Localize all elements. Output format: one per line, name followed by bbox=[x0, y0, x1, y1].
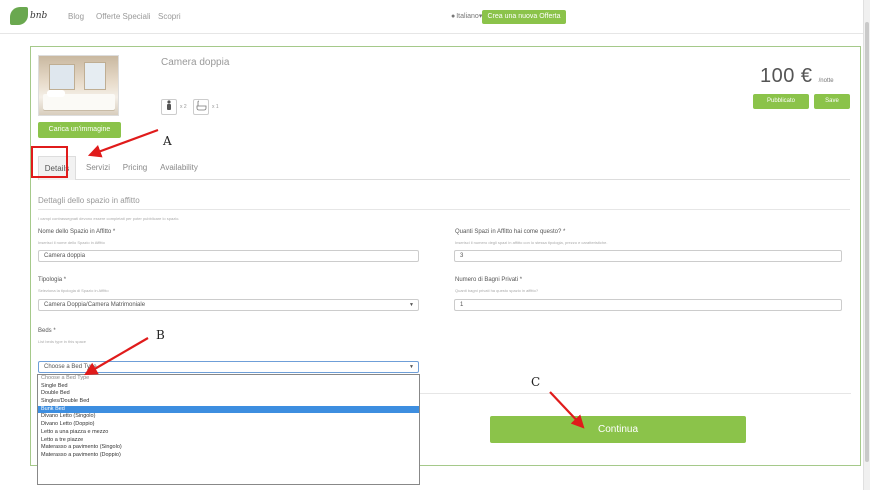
bed-option[interactable]: Singles/Double Bed bbox=[38, 398, 419, 406]
continue-button[interactable]: Continua bbox=[490, 416, 746, 443]
logo-text: bnb bbox=[30, 11, 48, 21]
section-divider bbox=[38, 209, 850, 210]
language-selector[interactable]: ●Italiano▾ bbox=[451, 12, 482, 20]
bathrooms-count: x 1 bbox=[212, 104, 219, 110]
person-icon bbox=[161, 99, 177, 115]
annotation-highlight-box bbox=[31, 146, 68, 178]
bed-option[interactable]: Materasso a pavimento (Doppio) bbox=[38, 452, 419, 460]
create-offer-button[interactable]: Crea una nuova Offerta bbox=[482, 10, 566, 24]
nav-link-offerte-speciali[interactable]: Offerte Speciali bbox=[96, 12, 151, 21]
nav-link-scopri[interactable]: Scopri bbox=[158, 12, 181, 21]
bed-option[interactable]: Letto a una piazza e mezzo bbox=[38, 429, 419, 437]
annotation-label-b: B bbox=[156, 328, 165, 342]
room-photo bbox=[38, 55, 119, 116]
room-count-help: Inserisci il numero degli spazi in affit… bbox=[455, 240, 608, 245]
beds-help: List beds type in this space bbox=[38, 339, 87, 344]
bed-type-select[interactable]: Choose a Bed Type ▼ bbox=[38, 361, 419, 373]
guests-count: x 2 bbox=[180, 104, 187, 110]
bathtub-icon bbox=[193, 99, 209, 115]
form-divider bbox=[420, 393, 851, 394]
price-unit: /notte bbox=[818, 78, 834, 84]
nav-link-blog[interactable]: Blog bbox=[68, 12, 84, 21]
published-button[interactable]: Pubblicato bbox=[753, 94, 809, 109]
bed-option[interactable]: Letto a tre piazze bbox=[38, 437, 419, 445]
bed-option[interactable]: Divano Letto (Singolo) bbox=[38, 413, 419, 421]
leaf-icon bbox=[10, 7, 28, 25]
private-baths-help: Quanti bagni privati ha questo spazio in… bbox=[455, 288, 539, 293]
top-navbar: bnb Blog Offerte Speciali Scopri ●Italia… bbox=[0, 0, 863, 34]
bed-option[interactable]: Divano Letto (Doppio) bbox=[38, 421, 419, 429]
room-type-help: Seleziona la tipologia di Spazio in Affi… bbox=[38, 288, 109, 293]
private-baths-input[interactable]: 1 bbox=[454, 299, 842, 311]
bed-option[interactable]: Choose a Bed Type bbox=[38, 375, 419, 383]
tab-availability[interactable]: Availability bbox=[154, 156, 204, 180]
price-value: 100 € bbox=[760, 65, 813, 87]
section-title: Dettagli dello spazio in affitto bbox=[38, 196, 140, 205]
tab-pricing[interactable]: Pricing bbox=[119, 156, 151, 180]
room-title: Camera doppia bbox=[161, 57, 230, 68]
private-baths-label: Numero di Bagni Privati * bbox=[455, 277, 523, 283]
chevron-down-icon: ▼ bbox=[409, 302, 414, 308]
chevron-down-icon: ▼ bbox=[409, 364, 414, 370]
room-name-help: Inserisci il nome dello Spazio in Affitt… bbox=[38, 240, 105, 245]
room-count-label: Quanti Spazi in Affitto hai come questo?… bbox=[455, 229, 566, 235]
annotation-label-a: A bbox=[163, 134, 172, 148]
room-type-value: Camera Doppia/Camera Matrimoniale bbox=[44, 302, 146, 308]
room-name-label: Nome dello Spazio in Affitto * bbox=[38, 229, 116, 235]
page-scrollbar[interactable] bbox=[863, 0, 870, 490]
globe-icon: ● bbox=[451, 13, 456, 20]
bed-option[interactable]: Materasso a pavimento (Singolo) bbox=[38, 444, 419, 452]
room-type-label: Tipologia * bbox=[38, 277, 67, 283]
bed-option[interactable]: Bunk Bed bbox=[38, 405, 419, 414]
required-fields-note: I campi contrassegnati devono essere com… bbox=[38, 216, 180, 221]
bed-option[interactable]: Double Bed bbox=[38, 390, 419, 398]
tab-servizi[interactable]: Servizi bbox=[78, 156, 118, 180]
bed-option[interactable]: Single Bed bbox=[38, 383, 419, 391]
language-label: Italiano bbox=[456, 13, 479, 20]
room-name-input[interactable]: Camera doppia bbox=[38, 250, 419, 262]
upload-image-button[interactable]: Carica un'immagine bbox=[38, 122, 121, 138]
save-button[interactable]: Save bbox=[814, 94, 850, 109]
bed-type-dropdown-list: Choose a Bed Type Single Bed Double Bed Sin… bbox=[37, 374, 420, 485]
tab-bar: Details Servizi Pricing Availability bbox=[38, 156, 850, 180]
beds-label: Beds * bbox=[38, 328, 56, 334]
annotation-label-c: C bbox=[531, 375, 541, 389]
bed-type-value: Choose a Bed Type bbox=[44, 364, 97, 370]
room-count-input[interactable]: 3 bbox=[454, 250, 842, 262]
room-type-select[interactable]: Camera Doppia/Camera Matrimoniale ▼ bbox=[38, 299, 419, 311]
room-price: 100 € /notte bbox=[760, 65, 834, 88]
site-logo[interactable]: bnb bbox=[10, 7, 48, 27]
scrollbar-thumb[interactable] bbox=[865, 22, 869, 462]
